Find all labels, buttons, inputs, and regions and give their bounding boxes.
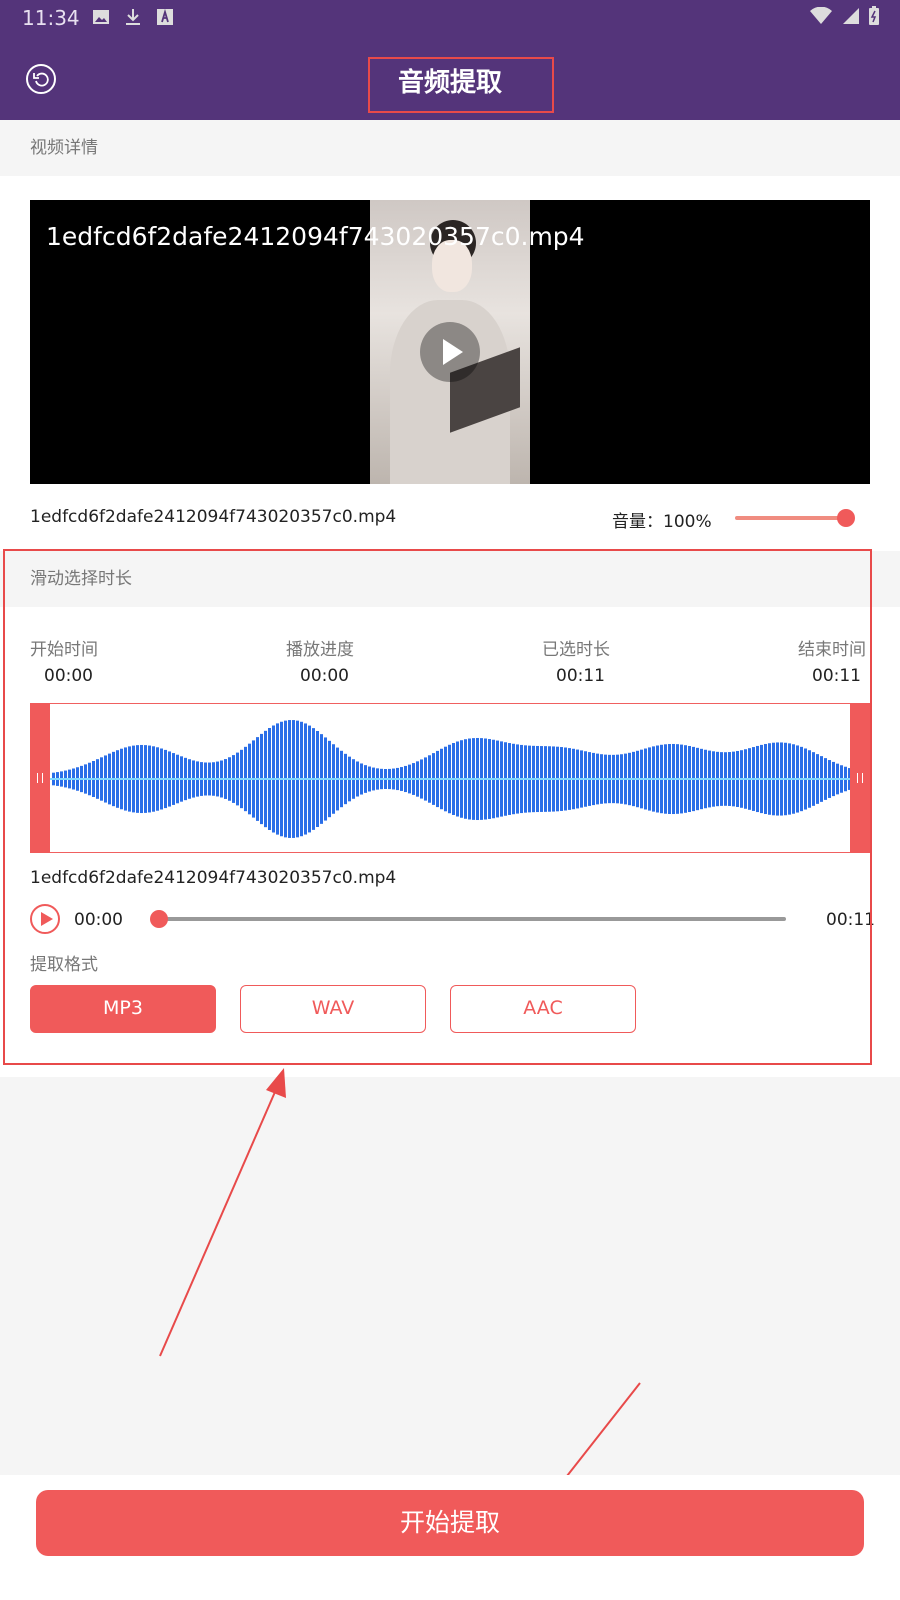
status-right: [810, 6, 880, 26]
volume-label: 音量：100%: [612, 512, 712, 532]
video-overlay-filename: 1edfcd6f2dafe2412094f743020357c0.mp4: [46, 222, 585, 251]
page-title: 音频提取: [397, 68, 502, 98]
start-time-value: 00:00: [44, 666, 93, 686]
app-header: 11:34 音频提取: [0, 0, 900, 120]
audio-play-button[interactable]: [30, 904, 60, 934]
signal-icon: [843, 8, 859, 24]
play-progress-label: 播放进度: [286, 640, 354, 660]
battery-icon: [869, 6, 879, 25]
status-bar: 11:34: [0, 0, 900, 36]
trim-section-heading: 滑动选择时长: [0, 551, 900, 607]
playback-progress-thumb[interactable]: [150, 910, 168, 928]
playback-progress-bar[interactable]: [158, 917, 786, 921]
image-icon: [93, 10, 109, 24]
audio-waveform[interactable]: [30, 703, 870, 853]
format-aac-button[interactable]: AAC: [450, 985, 636, 1033]
trim-start-handle[interactable]: [30, 703, 50, 853]
play-progress-value: 00:00: [300, 666, 349, 686]
start-extract-button[interactable]: 开始提取: [36, 1490, 864, 1556]
end-time-label: 结束时间: [798, 640, 866, 660]
format-label: 提取格式: [30, 955, 98, 975]
format-wav-button[interactable]: WAV: [240, 985, 426, 1033]
font-icon: [157, 8, 173, 25]
status-time: 11:34: [22, 6, 80, 30]
download-icon: [126, 9, 140, 25]
volume-slider[interactable]: [735, 516, 845, 520]
selected-duration-label: 已选时长: [542, 640, 610, 660]
current-time: 00:00: [74, 910, 123, 930]
video-section-heading: 视频详情: [0, 120, 900, 176]
selected-duration-value: 00:11: [556, 666, 605, 686]
total-time: 00:11: [826, 910, 875, 930]
video-play-button[interactable]: [420, 322, 480, 382]
format-mp3-button[interactable]: MP3: [30, 985, 216, 1033]
wifi-icon: [810, 7, 832, 24]
audio-filename: 1edfcd6f2dafe2412094f743020357c0.mp4: [30, 868, 397, 888]
video-filename: 1edfcd6f2dafe2412094f743020357c0.mp4: [30, 507, 397, 527]
trim-end-handle[interactable]: [850, 703, 870, 853]
waveform-graphic: [50, 720, 851, 838]
end-time-value: 00:11: [812, 666, 861, 686]
start-time-label: 开始时间: [30, 640, 98, 660]
volume-slider-thumb[interactable]: [837, 509, 855, 527]
